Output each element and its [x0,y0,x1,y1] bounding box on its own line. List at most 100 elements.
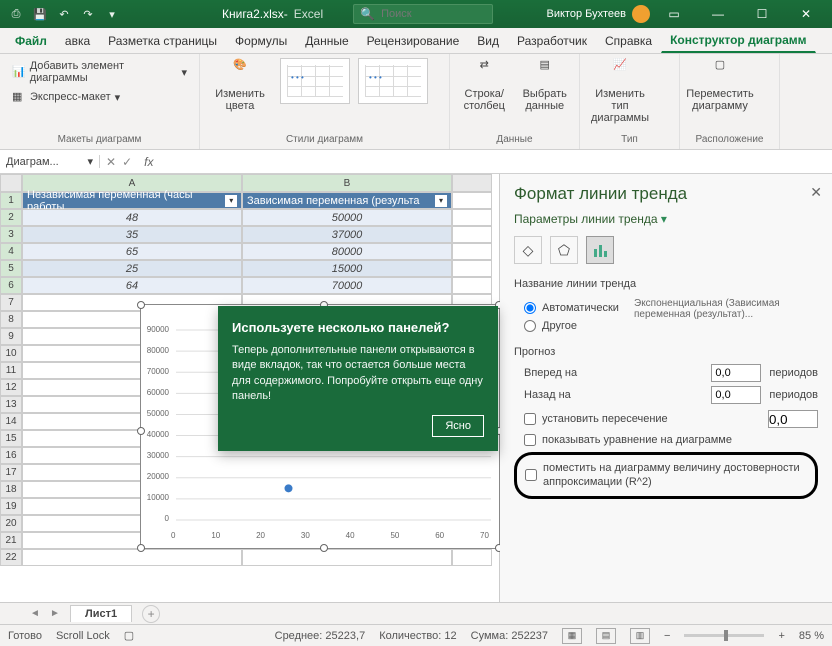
tab-formulas[interactable]: Формулы [226,29,296,53]
cell[interactable] [452,260,492,277]
cell[interactable] [452,226,492,243]
tab-developer[interactable]: Разработчик [508,29,596,53]
resize-handle[interactable] [320,544,328,552]
tip-ok-button[interactable]: Ясно [432,415,484,437]
cancel-formula-icon[interactable]: ✕ [106,155,116,169]
quick-layout-button[interactable]: ▦ Экспресс-макет ▾ [8,88,124,106]
opt-show-r2[interactable]: поместить на диаграмму величину достовер… [525,461,807,490]
cell[interactable] [242,549,452,566]
zoom-in-icon[interactable]: + [778,630,784,642]
style-thumb-2[interactable] [358,58,428,104]
backward-input[interactable] [711,386,761,404]
cell[interactable] [452,243,492,260]
resize-handle[interactable] [137,427,145,435]
tab-data[interactable]: Данные [296,29,357,53]
fx-icon[interactable]: fx [138,155,159,169]
record-macro-icon[interactable]: ▢ [124,629,134,642]
pane-subtitle[interactable]: Параметры линии тренда ▾ [514,212,818,226]
fill-line-icon[interactable]: ◇ [514,236,542,264]
table-cell[interactable]: 25 [22,260,242,277]
opt-other[interactable]: Другое [524,320,624,332]
checkbox-show-r2[interactable] [525,469,537,481]
filter-dropdown-icon[interactable]: ▾ [435,195,447,207]
resize-handle[interactable] [137,544,145,552]
tab-nav-next[interactable]: ► [50,608,66,619]
name-box[interactable]: Диаграм...▾ [0,155,100,168]
row-header[interactable]: 16 [0,447,22,464]
checkbox-show-eq[interactable] [524,434,536,446]
row-header[interactable]: 5 [0,260,22,277]
tab-help[interactable]: Справка [596,29,661,53]
trendline-options-icon[interactable] [586,236,614,264]
table-cell[interactable]: 15000 [242,260,452,277]
view-page-break-icon[interactable]: ▥ [630,628,650,644]
cell[interactable] [22,549,242,566]
tab-view[interactable]: Вид [468,29,508,53]
effects-icon[interactable]: ⬠ [550,236,578,264]
row-header[interactable]: 19 [0,498,22,515]
view-page-layout-icon[interactable]: ▤ [596,628,616,644]
style-thumb-1[interactable] [280,58,350,104]
row-header[interactable]: 18 [0,481,22,498]
row-header[interactable]: 3 [0,226,22,243]
sheet-tab[interactable]: Лист1 [70,605,132,622]
qat-more-icon[interactable]: ▾ [102,4,122,24]
row-header[interactable]: 14 [0,413,22,430]
search-box[interactable]: 🔍 [353,4,493,24]
add-chart-element-button[interactable]: 📊 Добавить элемент диаграммы ▾ [8,58,191,86]
table-cell[interactable]: 37000 [242,226,452,243]
table-header-cell[interactable]: Независимая переменная (часы работы▾ [22,192,242,209]
zoom-slider[interactable] [684,634,764,637]
row-header[interactable]: 6 [0,277,22,294]
table-cell[interactable]: 80000 [242,243,452,260]
worksheet[interactable]: 12345678910111213141516171819202122 A B … [0,174,500,602]
forward-input[interactable] [711,364,761,382]
opt-show-equation[interactable]: показывать уравнение на диаграмме [524,434,818,446]
row-header[interactable]: 8 [0,311,22,328]
ribbon-options-icon[interactable]: ▭ [654,0,694,28]
row-header[interactable]: 2 [0,209,22,226]
switch-row-col-button[interactable]: ⇄ Строка/ столбец [458,58,511,112]
row-header[interactable]: 12 [0,379,22,396]
row-header[interactable]: 20 [0,515,22,532]
table-cell[interactable]: 65 [22,243,242,260]
minimize-icon[interactable]: — [698,0,738,28]
zoom-label[interactable]: 85 % [799,630,824,642]
radio-auto[interactable] [524,302,536,314]
opt-auto[interactable]: Автоматически [524,302,624,314]
cell[interactable] [452,549,492,566]
zoom-out-icon[interactable]: − [664,630,670,642]
move-chart-button[interactable]: ▢ Переместить диаграмму [688,58,752,112]
tab-chart-design[interactable]: Конструктор диаграмм [661,28,815,53]
row-header[interactable]: 1 [0,192,22,209]
redo-icon[interactable]: ↷ [78,4,98,24]
filter-dropdown-icon[interactable]: ▾ [225,195,237,207]
search-input[interactable] [381,8,481,20]
resize-handle[interactable] [137,301,145,309]
change-colors-button[interactable]: 🎨 Изменить цвета [208,58,272,112]
row-header[interactable]: 21 [0,532,22,549]
row-header[interactable]: 22 [0,549,22,566]
cell[interactable] [452,209,492,226]
row-header[interactable]: 15 [0,430,22,447]
select-all-corner[interactable] [0,174,22,192]
tab-home[interactable]: авка [56,29,99,53]
row-header[interactable]: 11 [0,362,22,379]
row-header[interactable]: 10 [0,345,22,362]
checkbox-intercept[interactable] [524,413,536,425]
user-area[interactable]: Виктор Бухтеев [547,5,650,23]
add-sheet-button[interactable]: + [142,605,160,623]
table-cell[interactable]: 70000 [242,277,452,294]
view-normal-icon[interactable]: ▦ [562,628,582,644]
cell[interactable] [452,192,492,209]
col-header-b[interactable]: B [242,174,452,192]
table-cell[interactable]: 50000 [242,209,452,226]
table-cell[interactable]: 48 [22,209,242,226]
pane-close-icon[interactable]: ✕ [810,184,822,201]
row-header[interactable]: 17 [0,464,22,481]
table-cell[interactable]: 35 [22,226,242,243]
maximize-icon[interactable]: ☐ [742,0,782,28]
radio-other[interactable] [524,320,536,332]
tab-layout[interactable]: Разметка страницы [99,29,226,53]
table-header-cell[interactable]: Зависимая переменная (результа▾ [242,192,452,209]
